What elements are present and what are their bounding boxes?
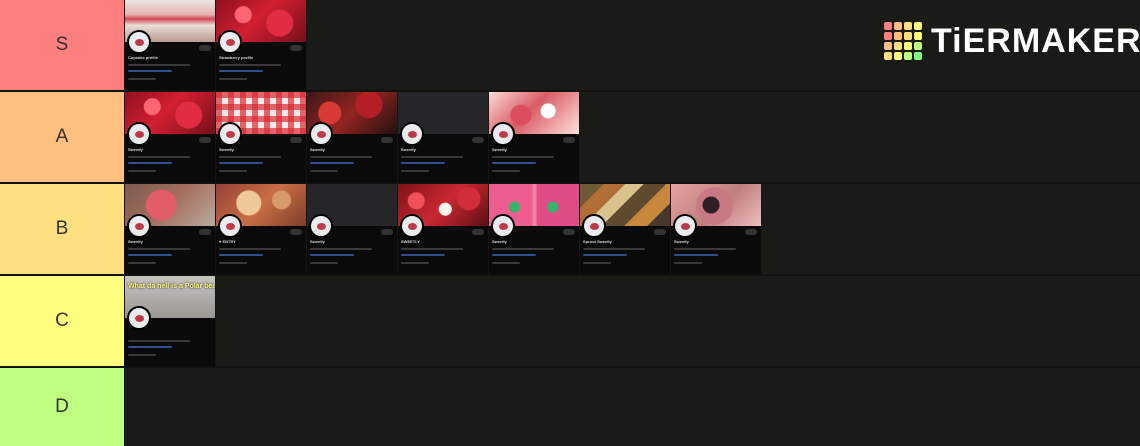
avatar-icon bbox=[400, 214, 424, 238]
follow-button-icon bbox=[563, 229, 575, 235]
card-name: Sprout Sweetly bbox=[583, 239, 612, 244]
tier-card[interactable]: Sweetly bbox=[216, 92, 307, 182]
avatar-icon bbox=[218, 122, 242, 146]
avatar-icon bbox=[309, 214, 333, 238]
tier-card[interactable]: Sprout Sweetly bbox=[580, 184, 671, 274]
tier-card[interactable]: Sweetly bbox=[671, 184, 762, 274]
tier-card[interactable]: Strawberry profile bbox=[216, 0, 307, 90]
tier-card[interactable]: Sweetly bbox=[125, 92, 216, 182]
tier-label-s: S bbox=[0, 0, 125, 90]
tier-card[interactable]: Cupcake profile bbox=[125, 0, 216, 90]
card-name: Sweetly bbox=[401, 147, 416, 152]
avatar-icon bbox=[491, 122, 515, 146]
follow-button-icon bbox=[290, 229, 302, 235]
card-name: Cupcake profile bbox=[128, 55, 159, 60]
tier-row-a: A Sweetly Sweetly Sweetly Sweetly Sweetl… bbox=[0, 92, 1140, 184]
avatar-icon bbox=[218, 30, 242, 54]
follow-button-icon bbox=[290, 137, 302, 143]
card-name: Strawberry profile bbox=[219, 55, 254, 60]
avatar-icon bbox=[491, 214, 515, 238]
tiermaker-logo: TiERMAKER bbox=[884, 18, 1140, 64]
tier-list: S Cupcake profile Strawberry profile A S… bbox=[0, 0, 1140, 446]
tier-row-d: D bbox=[0, 368, 1140, 446]
avatar-icon bbox=[127, 214, 151, 238]
tier-items-a: Sweetly Sweetly Sweetly Sweetly Sweetly bbox=[125, 92, 1140, 182]
avatar-icon bbox=[127, 306, 151, 330]
tier-card[interactable]: Sweetly bbox=[307, 184, 398, 274]
card-name: Sweetly bbox=[219, 147, 234, 152]
card-name: Sweetly bbox=[674, 239, 689, 244]
logo-text: TiERMAKER bbox=[931, 21, 1140, 60]
tier-card[interactable]: ♥ ENTRY bbox=[216, 184, 307, 274]
tier-card[interactable]: Sweetly bbox=[489, 184, 580, 274]
follow-button-icon bbox=[199, 45, 211, 51]
follow-button-icon bbox=[563, 137, 575, 143]
avatar-icon bbox=[673, 214, 697, 238]
follow-button-icon bbox=[199, 137, 211, 143]
tier-row-b: B Sweetly ♥ ENTRY Sweetly SWEETLY Sweetl… bbox=[0, 184, 1140, 276]
follow-button-icon bbox=[654, 229, 666, 235]
follow-button-icon bbox=[745, 229, 757, 235]
avatar-icon bbox=[127, 30, 151, 54]
avatar-icon bbox=[218, 214, 242, 238]
follow-button-icon bbox=[472, 137, 484, 143]
tier-card[interactable]: Sweetly bbox=[398, 92, 489, 182]
card-name: Sweetly bbox=[310, 239, 325, 244]
card-name: Sweetly bbox=[492, 239, 507, 244]
tier-card[interactable]: What da hell is a Polar bea Arlington Te… bbox=[125, 276, 216, 366]
follow-button-icon bbox=[472, 229, 484, 235]
follow-button-icon bbox=[199, 229, 211, 235]
tier-card[interactable]: Sweetly bbox=[489, 92, 580, 182]
follow-button-icon bbox=[381, 137, 393, 143]
tier-label-a: A bbox=[0, 92, 125, 182]
tier-label-b: B bbox=[0, 184, 125, 274]
card-name: Sweetly bbox=[310, 147, 325, 152]
avatar-icon bbox=[309, 122, 333, 146]
avatar-icon bbox=[127, 122, 151, 146]
tier-items-d bbox=[125, 368, 1140, 446]
logo-grid-icon bbox=[884, 22, 922, 60]
card-caption: What da hell is a Polar bea Arlington Te… bbox=[128, 283, 216, 290]
card-name: Sweetly bbox=[128, 239, 143, 244]
tier-card[interactable]: Sweetly bbox=[125, 184, 216, 274]
tier-label-c: C bbox=[0, 276, 125, 366]
tier-row-c: C What da hell is a Polar bea Arlington … bbox=[0, 276, 1140, 368]
card-name: Sweetly bbox=[492, 147, 507, 152]
follow-button-icon bbox=[290, 45, 302, 51]
tier-items-b: Sweetly ♥ ENTRY Sweetly SWEETLY Sweetly … bbox=[125, 184, 1140, 274]
tier-label-d: D bbox=[0, 368, 125, 446]
avatar-icon bbox=[400, 122, 424, 146]
tier-card[interactable]: SWEETLY bbox=[398, 184, 489, 274]
avatar-icon bbox=[582, 214, 606, 238]
card-name: Sweetly bbox=[128, 147, 143, 152]
card-name: ♥ ENTRY bbox=[219, 239, 236, 244]
tier-items-c: What da hell is a Polar bea Arlington Te… bbox=[125, 276, 1140, 366]
follow-button-icon bbox=[381, 229, 393, 235]
card-name: SWEETLY bbox=[401, 239, 420, 244]
tier-card[interactable]: Sweetly bbox=[307, 92, 398, 182]
